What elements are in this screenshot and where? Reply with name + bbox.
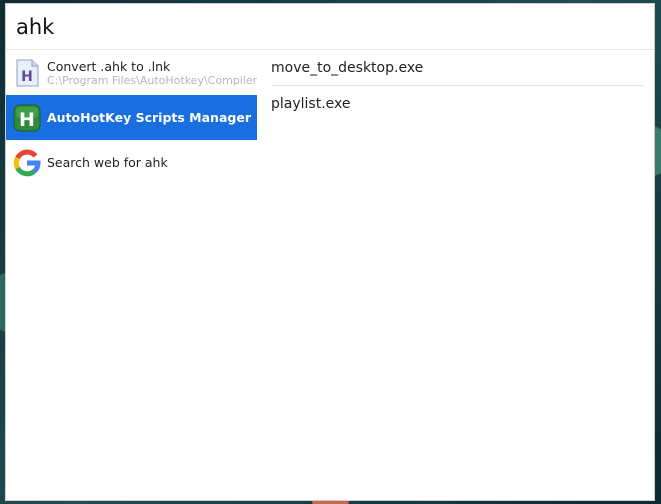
ahk-file-icon: H xyxy=(12,58,42,88)
results-list: H Convert .ahk to .lnk C:\Program Files\… xyxy=(6,50,257,500)
search-input[interactable] xyxy=(16,14,616,39)
result-autohotkey-scripts-manager[interactable]: H AutoHotKey Scripts Manager xyxy=(6,95,257,140)
search-bar xyxy=(6,4,654,50)
google-icon xyxy=(12,148,42,178)
svg-text:H: H xyxy=(21,69,33,85)
svg-text:H: H xyxy=(19,109,35,131)
result-title: Search web for ahk xyxy=(47,155,168,170)
result-title: AutoHotKey Scripts Manager xyxy=(47,110,251,125)
result-search-web[interactable]: Search web for ahk xyxy=(6,140,257,185)
file-item-playlist[interactable]: playlist.exe xyxy=(271,86,644,121)
launcher-window: H Convert .ahk to .lnk C:\Program Files\… xyxy=(5,3,655,501)
file-list: move_to_desktop.exe playlist.exe xyxy=(271,50,644,121)
autohotkey-icon: H xyxy=(12,103,42,133)
result-subtitle: C:\Program Files\AutoHotkey\Compiler\ xyxy=(47,73,257,87)
file-item-move-to-desktop[interactable]: move_to_desktop.exe xyxy=(271,50,644,86)
result-title: Convert .ahk to .lnk xyxy=(47,58,171,74)
result-convert-ahk[interactable]: H Convert .ahk to .lnk C:\Program Files\… xyxy=(6,50,257,95)
